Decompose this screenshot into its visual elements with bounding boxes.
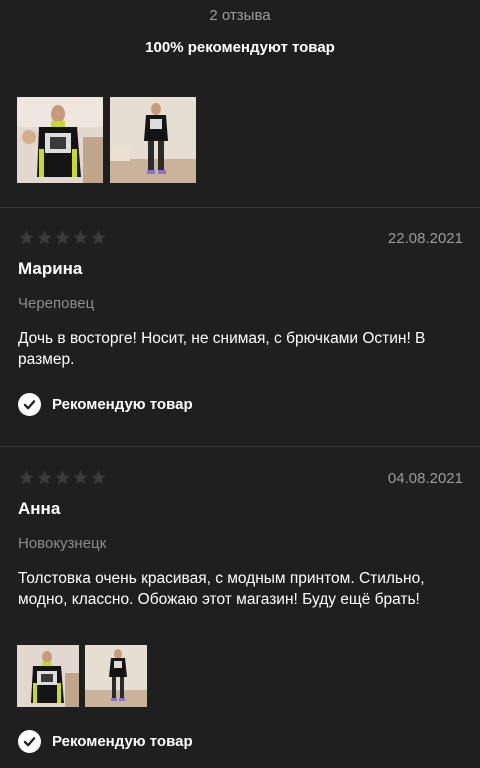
star-icon [37,230,52,245]
review-text: Толстовка очень красивая, с модным принт… [18,570,425,608]
review-photo[interactable] [85,645,147,707]
star-icon [55,230,70,245]
recommend-label: Рекомендую товар [52,396,193,413]
review-text: Дочь в восторге! Носит, не снимая, с брю… [18,330,426,368]
divider [0,446,480,447]
recommend-badge: Рекомендую товар [18,730,193,753]
recommend-badge: Рекомендую товар [18,393,193,416]
review-author: Марина [18,259,83,278]
divider [0,207,480,208]
star-icon [19,230,34,245]
gallery-photo-2[interactable] [110,97,196,183]
star-icon [55,470,70,485]
check-circle-icon [18,393,41,416]
review-author: Анна [18,499,61,518]
recommend-percent: 100% рекомендуют товар [145,39,335,56]
review-date: 22.08.2021 [387,230,463,247]
star-icon [91,470,106,485]
review-photo[interactable] [17,645,79,707]
review-city: Новокузнецк [18,535,107,552]
check-circle-icon [18,730,41,753]
star-icon [73,230,88,245]
star-rating [18,469,107,486]
star-icon [73,470,88,485]
star-icon [37,470,52,485]
review-city: Череповец [18,295,95,312]
review-count: 2 отзыва [209,7,271,24]
star-rating [18,229,107,246]
star-icon [91,230,106,245]
star-icon [19,470,34,485]
gallery-photo-1[interactable] [17,97,103,183]
review-date: 04.08.2021 [387,470,463,487]
recommend-label: Рекомендую товар [52,733,193,750]
